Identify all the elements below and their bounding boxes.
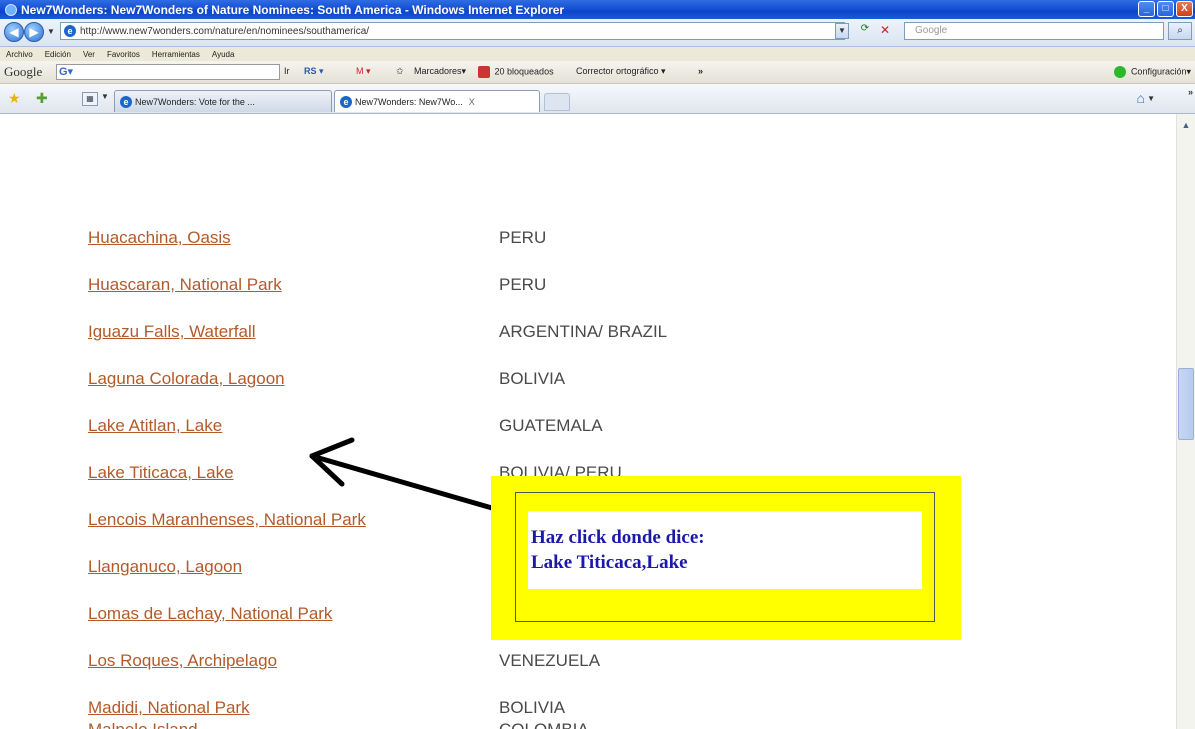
menu-edicion[interactable]: Edición [45, 50, 71, 59]
forward-button[interactable]: ▶ [24, 22, 44, 42]
nominee-link[interactable]: Iguazu Falls, Waterfall [88, 322, 256, 342]
menu-ver[interactable]: Ver [83, 50, 95, 59]
quick-tabs-icon[interactable]: ▦ [82, 92, 98, 106]
home-icon[interactable]: ⌂ [1137, 90, 1145, 106]
url-dropdown-icon[interactable]: ▼ [835, 23, 849, 39]
menu-favoritos[interactable]: Favoritos [107, 50, 140, 59]
settings-button[interactable]: Configuración▾ [1114, 66, 1191, 78]
instruction-frame: Haz click donde dice: Lake Titicaca,Lake [515, 492, 935, 622]
url-field[interactable]: e http://www.new7wonders.com/nature/en/n… [60, 22, 845, 40]
nominee-link[interactable]: Lomas de Lachay, National Park [88, 604, 332, 624]
google-logo: Google [4, 64, 43, 79]
instruction-text-box: Haz click donde dice: Lake Titicaca,Lake [528, 511, 922, 589]
address-bar: ◀ ▶ ▼ e http://www.new7wonders.com/natur… [0, 19, 1195, 47]
favorites-star-icon[interactable]: ★ [8, 90, 21, 107]
gmail-button[interactable]: M ▾ [356, 66, 371, 77]
popup-blocked-count: 20 bloqueados [494, 66, 554, 77]
tab-label: New7Wonders: New7Wo... [355, 96, 463, 107]
new-tab-button[interactable] [544, 93, 570, 111]
back-button[interactable]: ◀ [4, 22, 24, 42]
nominee-link[interactable]: Llanganuco, Lagoon [88, 557, 242, 577]
add-favorite-icon[interactable]: ✚ [36, 90, 48, 107]
nominee-link[interactable]: Los Roques, Archipelago [88, 651, 277, 671]
nominee-country: BOLIVIA [499, 369, 566, 388]
ie-window-icon [5, 3, 17, 16]
menu-herramientas[interactable]: Herramientas [152, 50, 200, 59]
instruction-line-2: Lake Titicaca,Lake [531, 552, 688, 573]
search-icon[interactable]: ⌕ [1168, 22, 1192, 40]
google-toolbar: Google G▾ Ir RS ▾ M ▾ ✩ Marcadores▾ 20 b… [0, 61, 1195, 84]
scroll-up-arrow-icon[interactable]: ▲ [1178, 117, 1194, 133]
spellcheck-button[interactable]: Corrector ortográfico ▾ [576, 66, 666, 77]
vertical-scrollbar[interactable]: ▲ [1176, 114, 1195, 729]
tab-list-dropdown-icon[interactable]: ▼ [101, 92, 109, 101]
history-dropdown-icon[interactable]: ▼ [47, 27, 55, 36]
tabs-bar: ★ ✚ ▦ ▼ e New7Wonders: Vote for the ... … [0, 84, 1195, 114]
nominee-country: PERU [499, 275, 547, 294]
menu-archivo[interactable]: Archivo [6, 50, 33, 59]
nominee-country: ARGENTINA/ BRAZIL [499, 322, 668, 341]
url-text: http://www.new7wonders.com/nature/en/nom… [80, 25, 370, 37]
ie-tab-icon: e [120, 95, 132, 108]
ie-tab-icon: e [340, 95, 352, 108]
nominee-link[interactable]: Huascaran, National Park [88, 275, 282, 295]
settings-label: Configuración▾ [1130, 66, 1191, 77]
nominee-link[interactable]: Madidi, National Park [88, 698, 250, 718]
settings-icon [1114, 66, 1127, 78]
window-title-bar: New7Wonders: New7Wonders of Nature Nomin… [0, 0, 1195, 19]
stop-icon[interactable]: ✕ [876, 23, 894, 39]
rss-button[interactable]: RS ▾ [304, 66, 324, 77]
nominee-country: PERU [499, 228, 547, 247]
ie-page-icon: e [64, 25, 76, 37]
nominee-link-lake-titicaca[interactable]: Lake Titicaca, Lake [88, 463, 234, 483]
home-dropdown-icon[interactable]: ▼ [1147, 94, 1155, 103]
nominee-link[interactable]: Lencois Maranhenses, National Park [88, 510, 366, 530]
nominee-link[interactable]: Huacachina, Oasis [88, 228, 231, 248]
nominee-link[interactable]: Malpelo Island [88, 720, 198, 729]
window-title: New7Wonders: New7Wonders of Nature Nomin… [21, 2, 565, 17]
search-input[interactable]: Google [904, 22, 1164, 40]
close-button[interactable]: X [1176, 1, 1193, 17]
nominee-country: VENEZUELA [499, 651, 601, 670]
tab-vote[interactable]: e New7Wonders: Vote for the ... [114, 90, 332, 112]
tab-label: New7Wonders: Vote for the ... [135, 96, 255, 107]
refresh-icon[interactable]: ⟳ [856, 23, 874, 39]
nominee-country: GUATEMALA [499, 416, 603, 435]
scroll-thumb[interactable] [1178, 368, 1194, 440]
menu-ayuda[interactable]: Ayuda [212, 50, 235, 59]
go-button[interactable]: Ir [284, 66, 290, 76]
popup-blocker-icon [478, 66, 490, 78]
close-tab-icon[interactable]: X [469, 97, 475, 107]
more-tools-chevron[interactable]: » [698, 66, 703, 76]
instruction-callout: Haz click donde dice: Lake Titicaca,Lake [491, 476, 961, 640]
menu-bar: Archivo Edición Ver Favoritos Herramient… [0, 47, 1195, 61]
nominee-link[interactable]: Laguna Colorada, Lagoon [88, 369, 285, 389]
nominee-country: BOLIVIA [499, 698, 566, 717]
nominee-country: COLOMBIA [499, 720, 589, 729]
popup-blocker[interactable]: 20 bloqueados [478, 66, 554, 78]
maximize-button[interactable]: □ [1157, 1, 1174, 17]
bookmarks-menu[interactable]: Marcadores▾ [414, 66, 466, 77]
window-controls: _ □ X [1138, 1, 1193, 17]
tab-nominees[interactable]: e New7Wonders: New7Wo... X [334, 90, 540, 112]
instruction-line-1: Haz click donde dice: [531, 527, 705, 548]
nominee-link[interactable]: Lake Atitlan, Lake [88, 416, 222, 436]
google-search-field[interactable]: G▾ [56, 64, 280, 80]
minimize-button[interactable]: _ [1138, 1, 1155, 17]
star-bookmark-icon[interactable]: ✩ [396, 66, 404, 77]
more-commands-chevron[interactable]: » [1188, 87, 1193, 97]
